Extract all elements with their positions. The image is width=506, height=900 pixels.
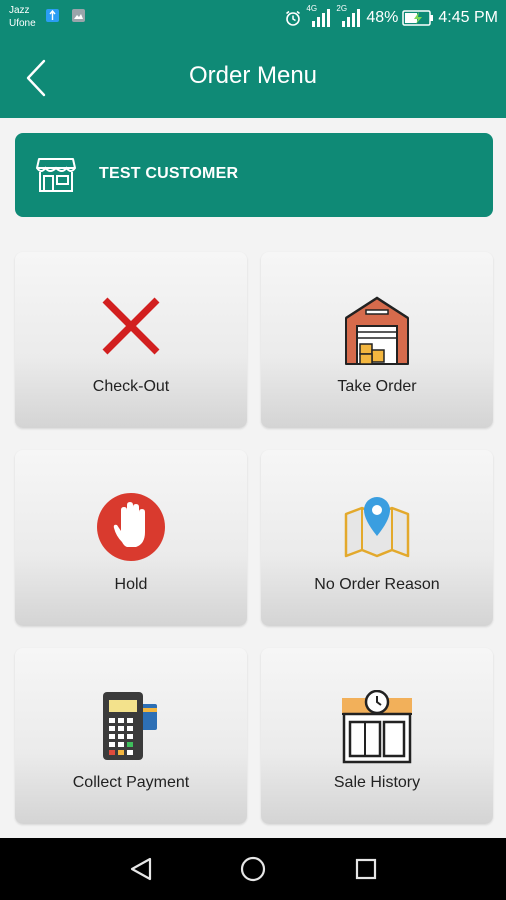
no-order-reason-tile[interactable]: No Order Reason [261, 450, 493, 626]
usb-icon [46, 9, 59, 22]
hold-tile[interactable]: Hold [15, 450, 247, 626]
gallery-icon [72, 9, 85, 22]
take-order-tile[interactable]: Take Order [261, 252, 493, 428]
check-out-tile[interactable]: Check-Out [15, 252, 247, 428]
check-out-label: Check-Out [92, 378, 170, 395]
alarm-icon [284, 9, 302, 27]
sale-history-label: Sale History [333, 774, 421, 791]
circle-home-icon [240, 856, 266, 882]
hold-label: Hold [114, 576, 148, 593]
take-order-label: Take Order [337, 378, 417, 395]
nav-home-button[interactable] [238, 854, 268, 884]
map-pin-icon [342, 492, 412, 567]
system-nav-bar [0, 838, 506, 900]
square-recents-icon [355, 858, 377, 880]
triangle-back-icon [130, 857, 152, 881]
battery-icon [402, 9, 434, 27]
customer-name: TEST CUSTOMER [99, 165, 239, 182]
close-x-icon [99, 294, 163, 363]
network-type-1: 4G [306, 4, 318, 13]
app-bar: Order Menu [0, 36, 506, 118]
collect-payment-tile[interactable]: Collect Payment [15, 648, 247, 824]
customer-card: TEST CUSTOMER [15, 133, 493, 217]
carrier-info: Jazz Ufone [9, 4, 36, 30]
carrier-primary: Jazz [9, 5, 30, 16]
battery-percent: 48% [366, 9, 399, 26]
page-title: Order Menu [188, 62, 318, 89]
nav-back-button[interactable] [126, 854, 156, 884]
pos-terminal-icon [99, 690, 163, 767]
carrier-secondary: Ufone [9, 18, 36, 29]
stop-hand-icon [96, 492, 166, 567]
no-order-reason-label: No Order Reason [314, 576, 440, 593]
nav-recents-button[interactable] [351, 854, 381, 884]
signal-1: 4G [306, 4, 332, 28]
collect-payment-label: Collect Payment [72, 774, 190, 791]
network-type-2: 2G [336, 4, 348, 13]
status-right: 4G 2G 48% 4:45 PM [284, 4, 498, 29]
clock: 4:45 PM [438, 9, 498, 26]
store-icon [35, 153, 77, 200]
status-bar: Jazz Ufone 4G 2G 48% 4:45 PM [0, 0, 506, 36]
sale-history-tile[interactable]: Sale History [261, 648, 493, 824]
signal-2: 2G [336, 4, 362, 28]
warehouse-icon [342, 294, 412, 371]
shop-clock-icon [338, 689, 416, 769]
